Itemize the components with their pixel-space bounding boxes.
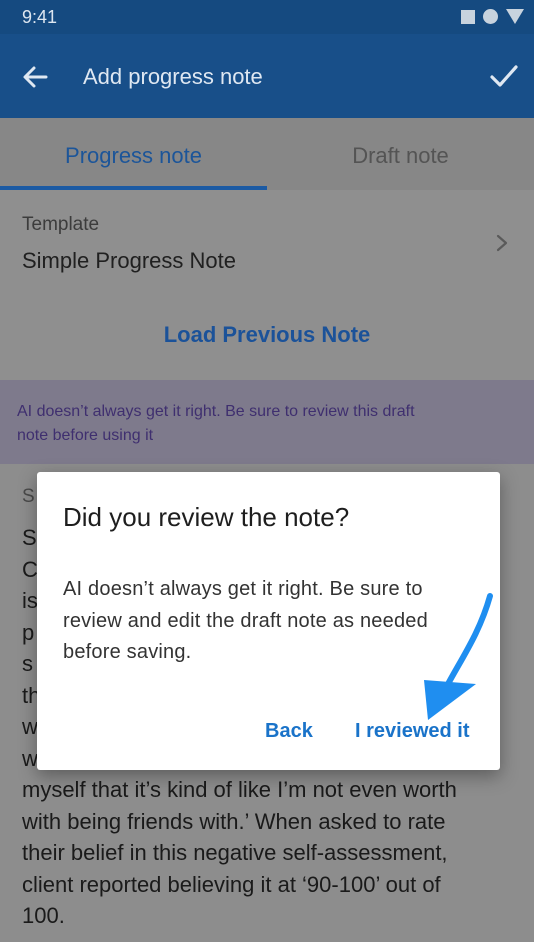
status-icons	[461, 9, 524, 24]
status-bar: 9:41	[0, 0, 534, 34]
dialog-title: Did you review the note?	[63, 502, 350, 532]
tab-progress-note[interactable]: Progress note	[0, 118, 267, 190]
load-previous-note-button[interactable]: Load Previous Note	[0, 322, 534, 348]
review-dialog: Did you review the note? AI doesn’t alwa…	[37, 472, 500, 770]
ai-warning-banner: AI doesn’t always get it right. Be sure …	[0, 380, 534, 464]
template-value[interactable]: Simple Progress Note	[22, 248, 236, 274]
section-label: S	[22, 486, 35, 507]
template-label: Template	[22, 214, 100, 235]
signal-triangle-icon	[506, 9, 524, 24]
app-bar: Add progress note	[0, 34, 534, 118]
checkmark-icon[interactable]	[488, 60, 520, 92]
chevron-right-icon[interactable]	[492, 232, 512, 254]
status-time: 9:41	[22, 7, 58, 27]
ai-warning-text: AI doesn’t always get it right. Be sure …	[17, 403, 415, 444]
i-reviewed-it-button[interactable]: I reviewed it	[355, 720, 470, 743]
tab-bar: Progress note Draft note	[0, 118, 534, 190]
dot-icon	[483, 9, 498, 24]
back-button[interactable]: Back	[265, 720, 313, 743]
tab-draft-note[interactable]: Draft note	[267, 118, 534, 190]
page-title: Add progress note	[83, 64, 263, 89]
stop-square-icon	[461, 9, 475, 24]
template-section: Template Simple Progress Note Load Previ…	[0, 190, 534, 380]
dialog-message: AI doesn’t always get it right. Be sure …	[63, 578, 428, 663]
back-arrow-icon[interactable]	[20, 62, 50, 92]
